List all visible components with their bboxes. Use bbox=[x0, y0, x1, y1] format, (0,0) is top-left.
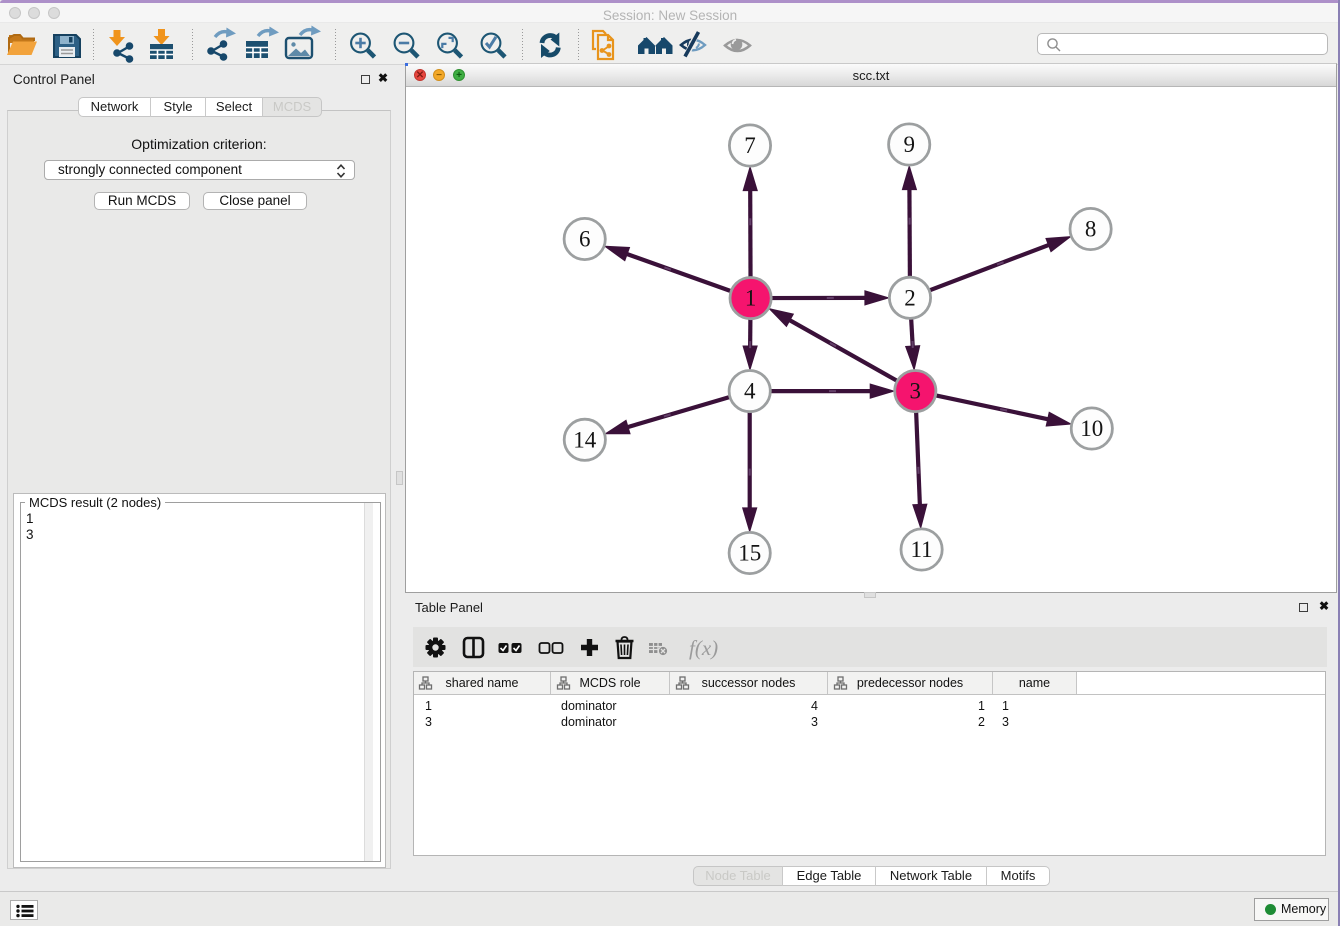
svg-text:9: 9 bbox=[903, 132, 915, 157]
svg-text:8: 8 bbox=[1085, 217, 1097, 242]
svg-text:14: 14 bbox=[573, 427, 597, 452]
svg-text:11: 11 bbox=[911, 537, 933, 562]
svg-text:4: 4 bbox=[744, 379, 756, 404]
svg-text:10: 10 bbox=[1080, 416, 1103, 441]
svg-text:3: 3 bbox=[910, 379, 922, 404]
svg-text:7: 7 bbox=[744, 133, 756, 158]
svg-text:1: 1 bbox=[745, 286, 757, 311]
svg-text:6: 6 bbox=[579, 227, 591, 252]
svg-text:2: 2 bbox=[904, 285, 916, 310]
svg-text:f(x): f(x) bbox=[689, 636, 718, 660]
svg-text:15: 15 bbox=[738, 541, 761, 566]
